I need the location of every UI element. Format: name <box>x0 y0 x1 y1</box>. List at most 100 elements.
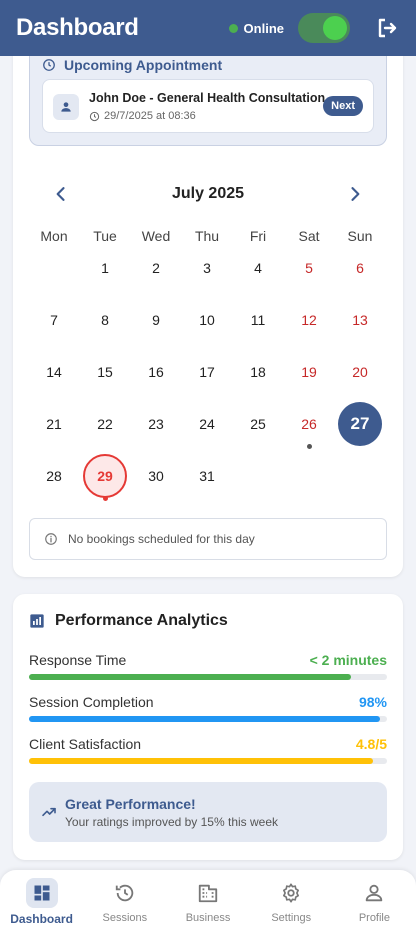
chevron-right-icon[interactable] <box>345 184 365 204</box>
calendar-day[interactable]: 15 <box>83 350 127 394</box>
next-badge: Next <box>323 96 363 116</box>
metric-progress-track <box>29 758 387 764</box>
appointment-item[interactable]: John Doe - General Health Consultation 2… <box>42 79 374 133</box>
upcoming-appointment-panel: Upcoming Appointment John Doe - General … <box>29 46 387 146</box>
history-icon <box>109 878 141 908</box>
calendar-day[interactable]: 14 <box>32 350 76 394</box>
metric-progress-track <box>29 674 387 680</box>
metric-row: Client Satisfaction 4.8/5 <box>29 736 387 764</box>
dashboard-icon <box>25 878 58 908</box>
calendar-day[interactable]: 13 <box>338 298 382 342</box>
calendar-day[interactable]: 30 <box>134 454 178 498</box>
no-bookings-text: No bookings scheduled for this day <box>68 532 255 546</box>
event-dot-icon <box>102 496 108 501</box>
status-dot-icon <box>228 23 238 33</box>
calendar-day[interactable]: 5 <box>287 246 331 290</box>
appointment-datetime: 29/7/2025 at 08:36 <box>104 110 196 122</box>
metric-value: < 2 minutes <box>309 652 387 668</box>
bottom-nav: Dashboard Sessions Business Settings Pro… <box>0 870 416 932</box>
trending-up-icon <box>42 807 56 817</box>
metric-row: Session Completion 98% <box>29 694 387 722</box>
calendar-day[interactable]: 16 <box>134 350 178 394</box>
nav-label: Dashboard <box>10 912 73 926</box>
calendar-header: July 2025 <box>13 180 403 208</box>
calendar-day[interactable]: 26 <box>287 402 331 446</box>
toggle-knob <box>323 16 347 40</box>
calendar-day[interactable]: 12 <box>287 298 331 342</box>
weekday-label: Fri <box>249 228 267 244</box>
event-dot-icon <box>306 444 312 449</box>
weekday-label: Mon <box>40 228 68 244</box>
nav-item-settings[interactable]: Settings <box>250 870 333 932</box>
clock-icon <box>43 59 55 71</box>
performance-card: Performance Analytics Response Time < 2 m… <box>13 594 403 860</box>
nav-label: Settings <box>271 912 312 924</box>
nav-item-dashboard[interactable]: Dashboard <box>0 870 83 932</box>
nav-label: Profile <box>358 912 390 924</box>
metric-progress-fill <box>29 716 380 722</box>
info-icon <box>45 533 57 545</box>
upcoming-appointment-title: Upcoming Appointment <box>64 57 223 73</box>
nav-label: Business <box>185 912 231 924</box>
nav-item-profile[interactable]: Profile <box>333 870 416 932</box>
calendar-day[interactable]: 25 <box>236 402 280 446</box>
logout-icon[interactable] <box>374 15 400 41</box>
upcoming-appointment-header: Upcoming Appointment <box>42 57 222 73</box>
person-icon <box>358 878 390 908</box>
banner-text: Your ratings improved by 15% this week <box>65 815 278 829</box>
online-toggle[interactable] <box>298 13 350 43</box>
calendar-day[interactable]: 18 <box>236 350 280 394</box>
nav-item-sessions[interactable]: Sessions <box>83 870 166 932</box>
appointment-datetime-row: 29/7/2025 at 08:36 <box>89 110 196 122</box>
appointment-name: John Doe - General Health Consultation <box>89 91 326 105</box>
metric-progress-track <box>29 716 387 722</box>
online-status: Online <box>228 20 284 36</box>
calendar-day[interactable]: 27 <box>338 402 382 446</box>
page-title: Dashboard <box>16 14 139 41</box>
clock-icon <box>89 111 100 121</box>
gear-icon <box>275 878 307 908</box>
calendar-day[interactable]: 31 <box>185 454 229 498</box>
metric-row: Response Time < 2 minutes <box>29 652 387 680</box>
nav-label: Sessions <box>102 912 148 924</box>
building-icon <box>192 878 224 908</box>
status-label: Online <box>243 20 284 36</box>
calendar-day[interactable]: 20 <box>338 350 382 394</box>
metric-value: 4.8/5 <box>355 736 387 752</box>
calendar-day[interactable]: 10 <box>185 298 229 342</box>
banner-title: Great Performance! <box>65 796 196 812</box>
calendar-day[interactable]: 9 <box>134 298 178 342</box>
calendar-day[interactable]: 29 <box>83 454 127 498</box>
metric-value: 98% <box>358 694 387 710</box>
calendar-day[interactable]: 2 <box>134 246 178 290</box>
weekday-label: Tue <box>93 228 117 244</box>
nav-item-business[interactable]: Business <box>166 870 249 932</box>
analytics-icon <box>30 614 44 628</box>
calendar-day[interactable]: 6 <box>338 246 382 290</box>
metric-label: Session Completion <box>29 694 154 710</box>
weekday-label: Sun <box>347 228 373 244</box>
metric-label: Client Satisfaction <box>29 736 142 752</box>
performance-banner: Great Performance! Your ratings improved… <box>29 782 387 842</box>
no-bookings-notice: No bookings scheduled for this day <box>29 518 387 560</box>
metric-progress-fill <box>29 758 373 764</box>
performance-header: Performance Analytics <box>29 612 228 630</box>
app-header: Dashboard Online <box>0 0 416 56</box>
calendar-card: Upcoming Appointment John Doe - General … <box>13 40 403 577</box>
calendar-day[interactable]: 7 <box>32 298 76 342</box>
calendar-day[interactable]: 17 <box>185 350 229 394</box>
calendar-day[interactable]: 21 <box>32 402 76 446</box>
performance-title: Performance Analytics <box>55 612 228 629</box>
calendar-day[interactable]: 3 <box>185 246 229 290</box>
calendar-day[interactable]: 22 <box>83 402 127 446</box>
weekday-label: Thu <box>194 228 220 244</box>
calendar-day[interactable]: 23 <box>134 402 178 446</box>
calendar-day[interactable]: 4 <box>236 246 280 290</box>
calendar-day[interactable]: 11 <box>236 298 280 342</box>
calendar-day[interactable]: 19 <box>287 350 331 394</box>
calendar-day[interactable]: 28 <box>32 454 76 498</box>
weekday-label: Wed <box>141 228 171 244</box>
calendar-day[interactable]: 8 <box>83 298 127 342</box>
calendar-day[interactable]: 24 <box>185 402 229 446</box>
calendar-day[interactable]: 1 <box>83 246 127 290</box>
